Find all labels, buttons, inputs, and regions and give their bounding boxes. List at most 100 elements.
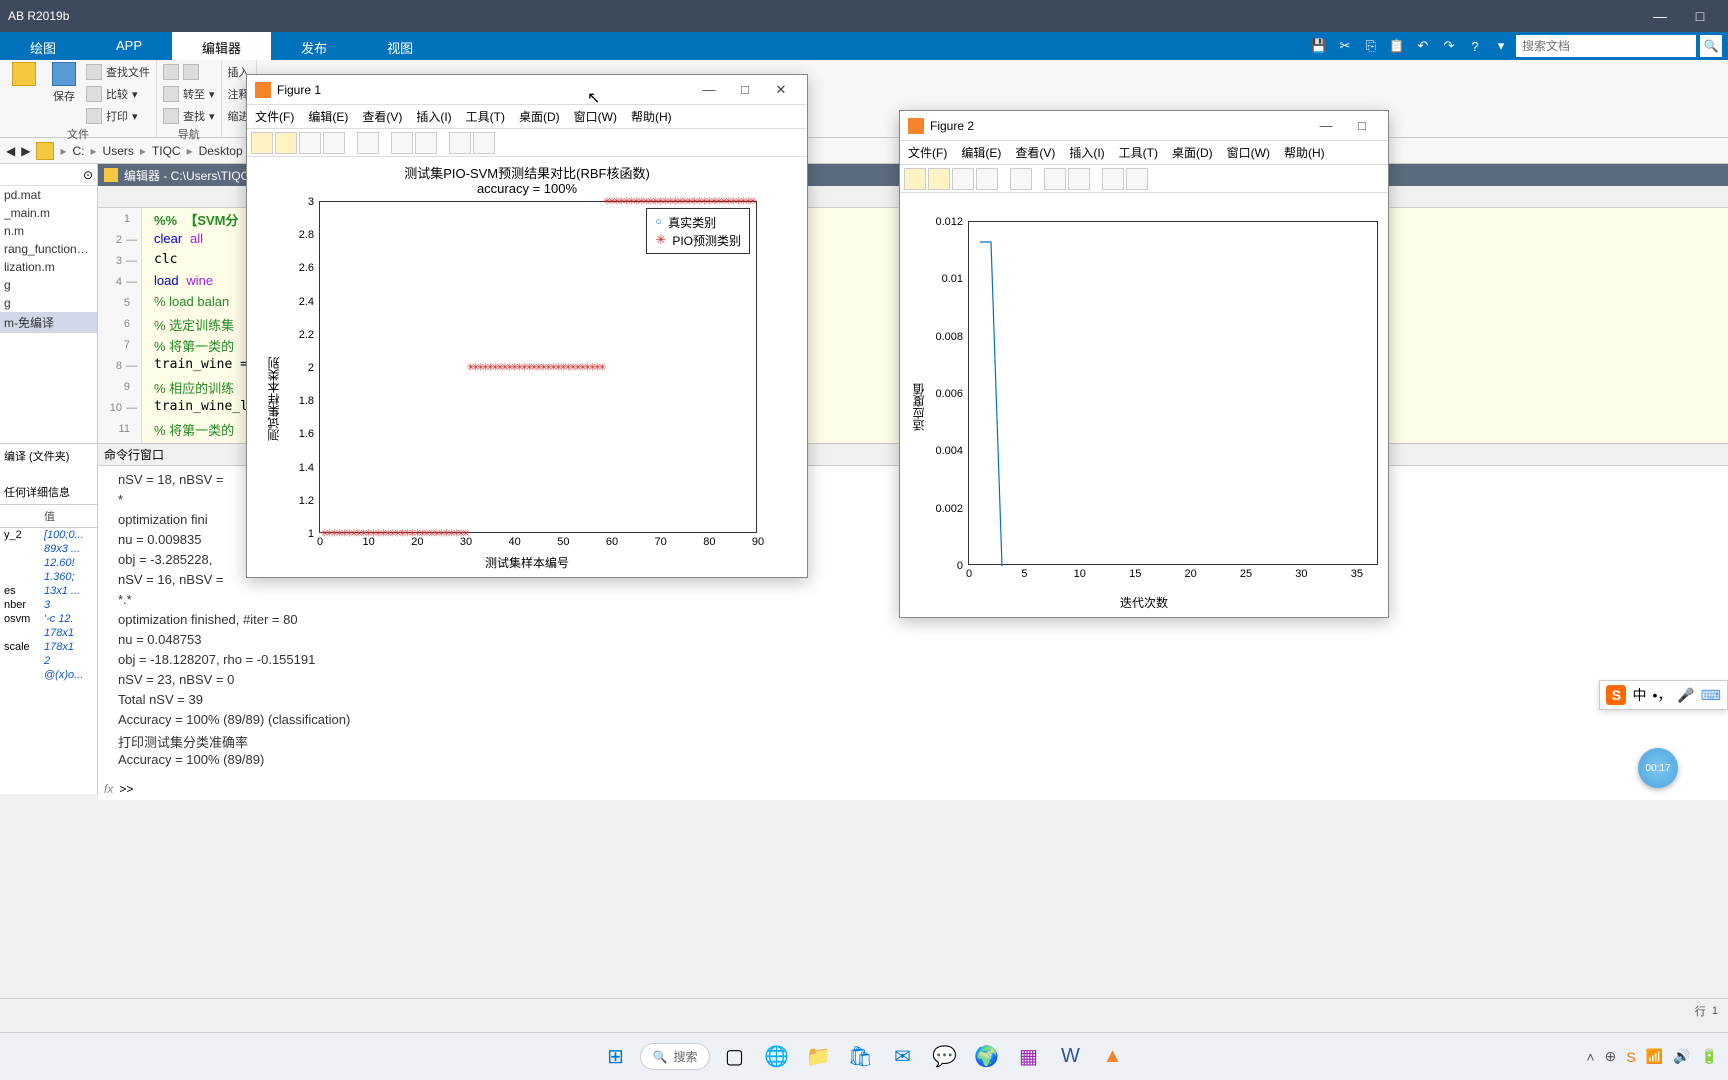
pointer-icon[interactable] — [1102, 168, 1124, 190]
menu-file[interactable]: 文件(F) — [255, 108, 294, 125]
figure-2-titlebar[interactable]: Figure 2 — □ — [900, 111, 1388, 141]
menu-desktop[interactable]: 桌面(D) — [1172, 144, 1213, 161]
workspace-row[interactable]: osvm'-c 12. — [0, 612, 97, 626]
link-icon[interactable] — [1010, 168, 1032, 190]
tab-editor[interactable]: 编辑器 — [172, 32, 271, 60]
ime-tray-icon[interactable]: ⊕ — [1605, 1048, 1617, 1065]
back-icon[interactable]: ◀ — [6, 144, 15, 158]
file-item[interactable]: g — [0, 276, 97, 294]
tab-plot[interactable]: 绘图 — [0, 32, 86, 60]
layout-icon[interactable] — [415, 132, 437, 154]
copy-icon[interactable]: ⎘ — [1360, 35, 1382, 57]
dropdown-icon[interactable]: ▾ — [1490, 35, 1512, 57]
menu-file[interactable]: 文件(F) — [908, 144, 947, 161]
figure-1-titlebar[interactable]: Figure 1 — □ ✕ — [247, 75, 807, 105]
workspace-row[interactable]: es13x1 ... — [0, 584, 97, 598]
figure-2-window[interactable]: Figure 2 — □ 文件(F) 编辑(E) 查看(V) 插入(I) 工具(… — [899, 110, 1389, 618]
menu-edit[interactable]: 编辑(E) — [961, 144, 1001, 161]
start-button[interactable]: ⊞ — [598, 1039, 634, 1075]
legend[interactable]: ○真实类别 ✳PIO预测类别 — [646, 208, 750, 254]
print-icon[interactable] — [976, 168, 998, 190]
sogou-logo-icon[interactable]: S — [1606, 685, 1626, 705]
keyboard-icon[interactable]: ⌨ — [1701, 687, 1721, 704]
plot-tools-icon[interactable] — [473, 132, 495, 154]
ime-lang[interactable]: 中 — [1632, 685, 1646, 705]
find-files-button[interactable]: 查找文件 — [86, 62, 150, 82]
workspace-row[interactable]: nber3 — [0, 598, 97, 612]
panel-menu-icon[interactable]: ⊙ — [83, 168, 93, 182]
figure-1-axes[interactable]: 测试集PIO-SVM预测结果对比(RBF核函数) accuracy = 100%… — [247, 157, 807, 577]
menu-insert[interactable]: 插入(I) — [416, 108, 451, 125]
workspace-row[interactable]: @(x)o... — [0, 668, 97, 682]
menu-help[interactable]: 帮助(H) — [1284, 144, 1325, 161]
new-figure-icon[interactable] — [904, 168, 926, 190]
maximize-button[interactable]: □ — [1680, 8, 1720, 24]
device-icon[interactable] — [1044, 168, 1066, 190]
workspace-row[interactable]: 2 — [0, 654, 97, 668]
close-button[interactable]: ✕ — [763, 82, 799, 98]
tab-publish[interactable]: 发布 — [271, 32, 357, 60]
pointer-icon[interactable] — [449, 132, 471, 154]
link-icon[interactable] — [357, 132, 379, 154]
menu-help[interactable]: 帮助(H) — [631, 108, 672, 125]
mic-icon[interactable]: 🎤 — [1677, 687, 1694, 704]
save-icon[interactable]: 💾 — [1308, 35, 1330, 57]
menu-tools[interactable]: 工具(T) — [1119, 144, 1158, 161]
file-item[interactable]: _main.m — [0, 204, 97, 222]
figure-2-axes[interactable]: 00.0020.0040.0060.0080.010.0120510152025… — [900, 193, 1388, 617]
plot-tools-icon[interactable] — [1126, 168, 1148, 190]
cut-icon[interactable]: ✂ — [1334, 35, 1356, 57]
system-tray[interactable]: ˄ ⊕ S 📶 🔊 🔋 — [1586, 1048, 1718, 1065]
file-item[interactable]: rang_function_... — [0, 240, 97, 258]
minimize-button[interactable]: — — [1308, 118, 1344, 133]
ime-toolbar[interactable]: S 中 •， 🎤 ⌨ — [1599, 680, 1728, 710]
breadcrumb[interactable]: Users — [103, 144, 134, 158]
tab-app[interactable]: APP — [86, 32, 172, 60]
workspace-row[interactable]: scale178x1 — [0, 640, 97, 654]
menu-view[interactable]: 查看(V) — [1015, 144, 1055, 161]
file-item[interactable]: g — [0, 294, 97, 312]
volume-icon[interactable]: 🔊 — [1673, 1048, 1690, 1065]
redo-icon[interactable]: ↷ — [1438, 35, 1460, 57]
sogou-tray-icon[interactable]: S — [1626, 1049, 1635, 1065]
figure-1-window[interactable]: Figure 1 — □ ✕ 文件(F) 编辑(E) 查看(V) 插入(I) 工… — [246, 74, 808, 578]
help-icon[interactable]: ? — [1464, 35, 1486, 57]
new-figure-icon[interactable] — [251, 132, 273, 154]
mail-icon[interactable]: ✉ — [884, 1039, 920, 1075]
compare-button[interactable]: 比较 ▾ — [86, 84, 150, 104]
device-icon[interactable] — [391, 132, 413, 154]
workspace-row[interactable]: 178x1 — [0, 626, 97, 640]
file-item[interactable]: n.m — [0, 222, 97, 240]
breadcrumb[interactable]: TIQC — [152, 144, 181, 158]
save-button[interactable]: 保存 — [46, 62, 82, 126]
menu-edit[interactable]: 编辑(E) — [308, 108, 348, 125]
menu-view[interactable]: 查看(V) — [362, 108, 402, 125]
chevron-up-icon[interactable]: ˄ — [1586, 1049, 1594, 1065]
menu-window[interactable]: 窗口(W) — [574, 108, 617, 125]
paste-icon[interactable]: 📋 — [1386, 35, 1408, 57]
taskbar-search[interactable]: 🔍搜索 — [640, 1043, 711, 1070]
nav-back-button[interactable] — [163, 62, 215, 82]
workspace-row[interactable]: 12.60! — [0, 556, 97, 570]
save-icon[interactable] — [299, 132, 321, 154]
save-icon[interactable] — [952, 168, 974, 190]
battery-icon[interactable]: 🔋 — [1701, 1048, 1718, 1065]
file-item[interactable]: pd.mat — [0, 186, 97, 204]
ime-punct-icon[interactable]: •， — [1652, 685, 1671, 705]
maximize-button[interactable]: □ — [1344, 118, 1380, 133]
breadcrumb[interactable]: Desktop — [199, 144, 243, 158]
print-icon[interactable] — [323, 132, 345, 154]
menu-window[interactable]: 窗口(W) — [1227, 144, 1270, 161]
workspace-row[interactable]: 1.360; — [0, 570, 97, 584]
file-item[interactable]: lization.m — [0, 258, 97, 276]
forward-icon[interactable]: ▶ — [21, 144, 30, 158]
menu-desktop[interactable]: 桌面(D) — [519, 108, 560, 125]
wifi-icon[interactable]: 📶 — [1646, 1048, 1663, 1065]
print-button[interactable]: 打印 ▾ — [86, 106, 150, 126]
open-icon[interactable] — [928, 168, 950, 190]
store-icon[interactable]: 🛍 — [842, 1039, 878, 1075]
task-view-button[interactable]: ▢ — [716, 1039, 752, 1075]
file-item[interactable]: m-免编译 — [0, 312, 97, 333]
recording-timer[interactable]: 00:17 — [1638, 748, 1678, 788]
search-icon[interactable]: 🔍 — [1700, 35, 1722, 57]
